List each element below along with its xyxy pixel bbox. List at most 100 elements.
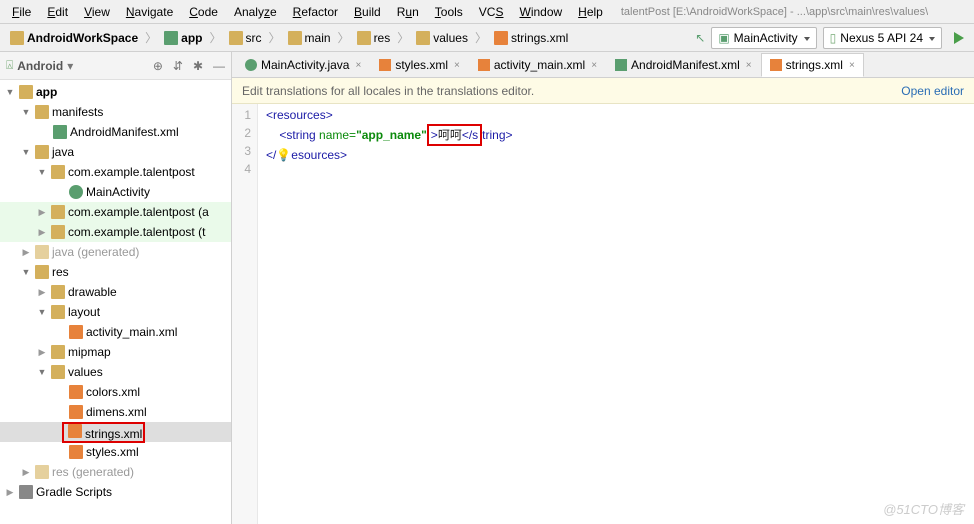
tree-layout[interactable]: ▼layout xyxy=(0,302,231,322)
menu-analyze[interactable]: Analyze xyxy=(228,3,283,21)
tab-manifest[interactable]: AndroidManifest.xml× xyxy=(606,53,761,77)
xml-file-icon xyxy=(494,31,508,45)
close-icon[interactable]: × xyxy=(591,60,597,71)
sidebar-collapse-icon[interactable]: ⇵ xyxy=(173,59,183,73)
manifest-icon xyxy=(53,125,67,139)
menu-view[interactable]: View xyxy=(78,3,116,21)
tab-activity-main[interactable]: activity_main.xml× xyxy=(469,53,606,77)
tree-colors[interactable]: colors.xml xyxy=(0,382,231,402)
window-title-path: talentPost [E:\AndroidWorkSpace] - ...\a… xyxy=(621,6,928,18)
menu-code[interactable]: Code xyxy=(183,3,224,21)
tree-java-gen[interactable]: ▶java (generated) xyxy=(0,242,231,262)
xml-file-icon xyxy=(69,405,83,419)
tree-res-gen[interactable]: ▶res (generated) xyxy=(0,462,231,482)
editor-area: MainActivity.java× styles.xml× activity_… xyxy=(232,52,974,524)
crumb-file[interactable]: strings.xml xyxy=(488,27,574,49)
tree-manifest-file[interactable]: AndroidManifest.xml xyxy=(0,122,231,142)
xml-file-icon xyxy=(770,59,782,71)
menu-vcs[interactable]: VCS xyxy=(473,3,510,21)
project-tree[interactable]: ▼app ▼manifests AndroidManifest.xml ▼jav… xyxy=(0,80,231,524)
code-editor[interactable]: 1234 <resources> <string name="app_name"… xyxy=(232,104,974,524)
xml-file-icon xyxy=(478,59,490,71)
tab-mainactivity[interactable]: MainActivity.java× xyxy=(236,53,370,77)
class-icon xyxy=(245,59,257,71)
tree-pkg-main[interactable]: ▼com.example.talentpost xyxy=(0,162,231,182)
editor-tabs: MainActivity.java× styles.xml× activity_… xyxy=(232,52,974,78)
lightbulb-icon[interactable]: 💡 xyxy=(276,148,291,162)
tree-activity-main[interactable]: activity_main.xml xyxy=(0,322,231,342)
xml-file-icon xyxy=(68,424,82,438)
run-config-dropdown[interactable]: ▣MainActivity xyxy=(711,27,816,49)
xml-file-icon xyxy=(379,59,391,71)
tree-res[interactable]: ▼res xyxy=(0,262,231,282)
tree-gradle-scripts[interactable]: ▶Gradle Scripts xyxy=(0,482,231,502)
sidebar-target-icon[interactable]: ⊕ xyxy=(153,59,163,73)
tree-app[interactable]: ▼app xyxy=(0,82,231,102)
crumb-main[interactable]: main xyxy=(282,27,337,49)
tree-mainactivity[interactable]: MainActivity xyxy=(0,182,231,202)
tree-drawable[interactable]: ▶drawable xyxy=(0,282,231,302)
module-icon xyxy=(19,85,33,99)
sidebar-settings-icon[interactable]: ✱ xyxy=(193,59,203,73)
code-text-area[interactable]: <resources> <string name="app_name">呵呵</… xyxy=(258,104,974,524)
crumb-src[interactable]: src xyxy=(223,27,268,49)
tree-manifests[interactable]: ▼manifests xyxy=(0,102,231,122)
close-icon[interactable]: × xyxy=(355,60,361,71)
menu-run[interactable]: Run xyxy=(391,3,425,21)
sidebar-view-chevron[interactable]: ▾ xyxy=(67,59,73,73)
tree-pkg-test[interactable]: ▶com.example.talentpost (t xyxy=(0,222,231,242)
folder-icon xyxy=(35,105,49,119)
folder-icon xyxy=(229,31,243,45)
banner-text: Edit translations for all locales in the… xyxy=(242,84,534,98)
tab-strings[interactable]: strings.xml× xyxy=(761,53,864,77)
crumb-app[interactable]: app xyxy=(158,27,208,49)
folder-icon xyxy=(51,365,65,379)
tree-pkg-android-test[interactable]: ▶com.example.talentpost (a xyxy=(0,202,231,222)
sidebar-header: ⍓ Android ▾ ⊕ ⇵ ✱ — xyxy=(0,52,231,80)
menu-help[interactable]: Help xyxy=(572,3,609,21)
line-gutter: 1234 xyxy=(232,104,258,524)
folder-icon xyxy=(10,31,24,45)
package-icon xyxy=(51,205,65,219)
device-icon: ▯ xyxy=(830,31,837,45)
tree-strings[interactable]: strings.xml xyxy=(0,422,231,442)
folder-icon xyxy=(35,245,49,259)
folder-icon xyxy=(357,31,371,45)
crumb-values[interactable]: values xyxy=(410,27,474,49)
menu-window[interactable]: Window xyxy=(513,3,568,21)
tab-styles[interactable]: styles.xml× xyxy=(370,53,469,77)
class-icon xyxy=(69,185,83,199)
run-button[interactable] xyxy=(954,32,964,44)
menu-file[interactable]: File xyxy=(6,3,37,21)
sidebar-hide-icon[interactable]: — xyxy=(213,59,225,73)
crumb-res[interactable]: res xyxy=(351,27,397,49)
crumb-project[interactable]: AndroidWorkSpace xyxy=(4,27,144,49)
close-icon[interactable]: × xyxy=(454,60,460,71)
watermark: @51CTO博客 xyxy=(883,499,964,518)
nav-back-icon[interactable]: ↖ xyxy=(695,31,705,45)
sidebar-view-label[interactable]: Android xyxy=(17,59,63,73)
app-icon: ▣ xyxy=(718,31,729,45)
tree-values[interactable]: ▼values xyxy=(0,362,231,382)
menu-refactor[interactable]: Refactor xyxy=(287,3,344,21)
folder-icon xyxy=(51,345,65,359)
tree-dimens[interactable]: dimens.xml xyxy=(0,402,231,422)
folder-icon xyxy=(288,31,302,45)
open-editor-link[interactable]: Open editor xyxy=(901,84,964,98)
android-robot-icon: ⍓ xyxy=(6,58,13,73)
menu-tools[interactable]: Tools xyxy=(429,3,469,21)
close-icon[interactable]: × xyxy=(849,60,855,71)
translations-banner: Edit translations for all locales in the… xyxy=(232,78,974,104)
tree-mipmap[interactable]: ▶mipmap xyxy=(0,342,231,362)
device-dropdown[interactable]: ▯Nexus 5 API 24 xyxy=(823,27,942,49)
close-icon[interactable]: × xyxy=(746,60,752,71)
folder-icon xyxy=(35,145,49,159)
menu-build[interactable]: Build xyxy=(348,3,387,21)
manifest-icon xyxy=(615,59,627,71)
tree-styles[interactable]: styles.xml xyxy=(0,442,231,462)
menu-edit[interactable]: Edit xyxy=(41,3,74,21)
module-icon xyxy=(164,31,178,45)
tree-java[interactable]: ▼java xyxy=(0,142,231,162)
menu-navigate[interactable]: Navigate xyxy=(120,3,179,21)
gradle-icon xyxy=(19,485,33,499)
